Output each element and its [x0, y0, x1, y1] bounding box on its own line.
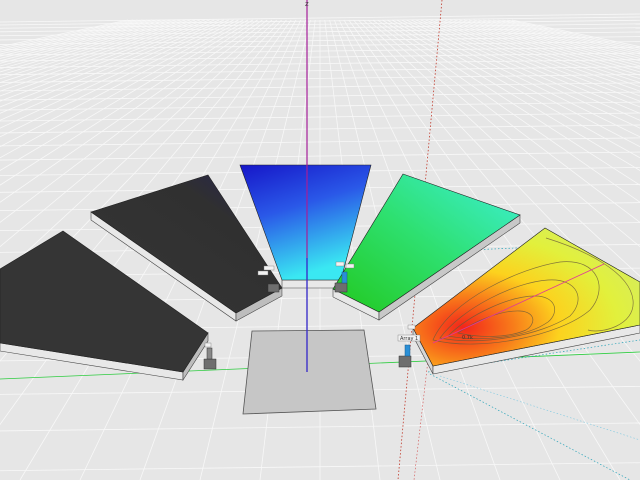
vertical-axis-label: z: [305, 0, 309, 8]
3d-viewport[interactable]: 0.7k Array 1 z: [0, 0, 640, 480]
panel-5-value-tag: 0.7k: [462, 335, 473, 341]
base-plate[interactable]: [242, 329, 377, 415]
array-tag-label: Array 1: [400, 336, 418, 342]
